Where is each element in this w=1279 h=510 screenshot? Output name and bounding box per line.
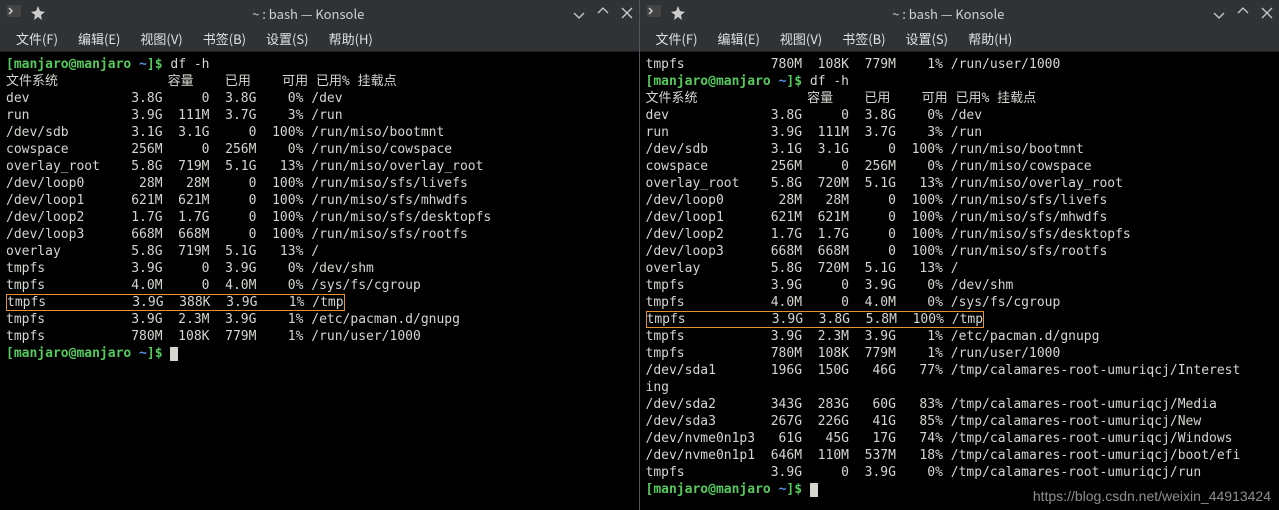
close-icon[interactable] (619, 5, 635, 21)
menu-edit[interactable]: 编辑(E) (707, 29, 769, 48)
terminal-right[interactable]: tmpfs 780M 108K 779M 1% /run/user/1000 [… (640, 52, 1279, 510)
menu-help[interactable]: 帮助(H) (319, 29, 383, 48)
pin-icon[interactable] (670, 5, 686, 21)
menu-help[interactable]: 帮助(H) (958, 29, 1022, 48)
window-title: ~ : bash — Konsole (686, 4, 1212, 23)
pin-icon[interactable] (30, 5, 46, 21)
terminal-left[interactable]: [manjaro@manjaro ~]$ df -h 文件系统 容量 已用 可用… (0, 52, 639, 510)
menu-bookmark[interactable]: 书签(B) (832, 29, 895, 48)
menu-edit[interactable]: 编辑(E) (68, 29, 130, 48)
menu-settings[interactable]: 设置(S) (256, 29, 319, 48)
watermark: https://blog.csdn.net/weixin_44913424 (1033, 488, 1271, 504)
menu-file[interactable]: 文件(F) (646, 29, 708, 48)
minimize-icon[interactable] (1211, 5, 1227, 21)
menu-settings[interactable]: 设置(S) (896, 29, 959, 48)
app-icon (6, 3, 22, 23)
menubar: 文件(F) 编辑(E) 视图(V) 书签(B) 设置(S) 帮助(H) (640, 26, 1279, 52)
titlebar[interactable]: ~ : bash — Konsole (640, 0, 1279, 26)
menu-file[interactable]: 文件(F) (6, 29, 68, 48)
menu-view[interactable]: 视图(V) (770, 29, 832, 48)
close-icon[interactable] (1259, 5, 1275, 21)
window-title: ~ : bash — Konsole (46, 4, 571, 23)
menu-view[interactable]: 视图(V) (130, 29, 192, 48)
konsole-window-right: ~ : bash — Konsole 文件(F) 编辑(E) 视图(V) 书签(… (640, 0, 1279, 510)
menu-bookmark[interactable]: 书签(B) (193, 29, 256, 48)
maximize-icon[interactable] (595, 5, 611, 21)
konsole-window-left: ~ : bash — Konsole 文件(F) 编辑(E) 视图(V) 书签(… (0, 0, 640, 510)
app-icon (646, 3, 662, 23)
titlebar[interactable]: ~ : bash — Konsole (0, 0, 639, 26)
maximize-icon[interactable] (1235, 5, 1251, 21)
minimize-icon[interactable] (571, 5, 587, 21)
menubar: 文件(F) 编辑(E) 视图(V) 书签(B) 设置(S) 帮助(H) (0, 26, 639, 52)
